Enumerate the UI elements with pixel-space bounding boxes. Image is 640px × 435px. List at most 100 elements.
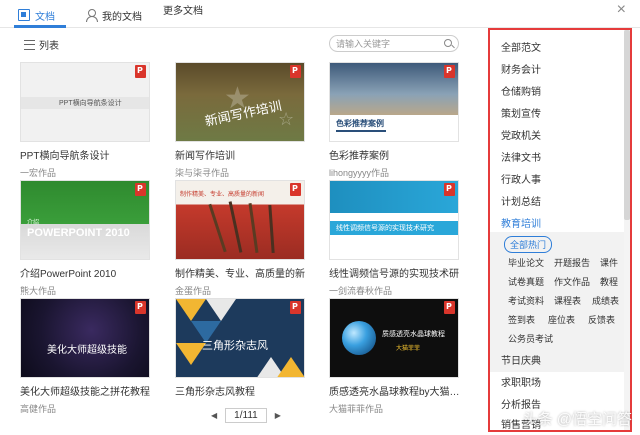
brush-shape — [208, 203, 227, 253]
card-title[interactable]: 色彩推荐案例 — [329, 147, 459, 162]
subcategory-item[interactable]: 作文作品 — [554, 275, 590, 288]
document-card[interactable]: POWERPOINT 2010 介绍 介绍PowerPoint 2010 熊大作… — [20, 180, 150, 297]
subcategory-item[interactable]: 试卷真题 — [508, 275, 544, 288]
ppt-file-icon — [444, 183, 455, 196]
sidebar-item[interactable]: 节日庆典 — [501, 352, 541, 367]
ppt-file-icon — [290, 65, 301, 78]
ppt-file-icon — [290, 301, 301, 314]
document-card[interactable]: 线性调频信号源的实现技术研究 线性调频信号源的实现技术研究 一剑流春秋作品 — [329, 180, 459, 297]
subcategory-panel: 全部热门 毕业论文 开题报告 课件 试卷真题 作文作品 教程 考试资料 课程表 … — [490, 232, 630, 372]
subcategory-item[interactable]: 公务员考试 — [508, 332, 553, 345]
document-card[interactable]: 质感透亮水晶球教程 大猫菲菲 质感透亮水晶球教程by大猫… 大猫菲菲作品 — [329, 298, 459, 415]
subcategory-item[interactable]: 反馈表 — [588, 313, 615, 326]
top-bar: 文档 我的文档 更多文档 × — [0, 0, 640, 28]
crystal-ball — [342, 321, 376, 355]
sidebar-item[interactable]: 仓储购销 — [501, 83, 541, 98]
sidebar-item[interactable]: 行政人事 — [501, 171, 541, 186]
thumb-photo — [330, 63, 458, 115]
thumb-text: PPT横向导航条设计 — [59, 100, 122, 107]
card-title[interactable]: 新闻写作培训 — [175, 147, 305, 162]
card-thumbnail[interactable]: 线性调频信号源的实现技术研究 — [329, 180, 459, 260]
card-thumbnail[interactable]: POWERPOINT 2010 介绍 — [20, 180, 150, 260]
ppt-file-icon — [290, 183, 301, 196]
card-thumbnail[interactable]: 色彩推荐案例 — [329, 62, 459, 142]
document-card[interactable]: PPT横向导航条设计 PPT横向导航条设计 一宏作品 — [20, 62, 150, 179]
category-sidebar: 全部范文 财务会计 仓储购销 策划宣传 党政机关 法律文书 行政人事 计划总结 … — [488, 28, 632, 432]
subcategory-item[interactable]: 座位表 — [548, 313, 575, 326]
document-card[interactable]: ★ ☆ 新闻写作培训 新闻写作培训 柒与柒寻作品 — [175, 62, 305, 179]
card-thumbnail[interactable]: PPT横向导航条设计 — [20, 62, 150, 142]
subcategory-item[interactable]: 考试资料 — [508, 294, 544, 307]
document-card[interactable]: 三角形杂志风 三角形杂志风教程 — [175, 298, 305, 402]
ppt-file-icon — [444, 301, 455, 314]
sidebar-item[interactable]: 党政机关 — [501, 127, 541, 142]
card-title[interactable]: 三角形杂志风教程 — [175, 383, 305, 398]
search-icon[interactable] — [444, 39, 452, 47]
list-icon — [24, 39, 35, 50]
sidebar-item[interactable]: 计划总结 — [501, 193, 541, 208]
brush-shape — [248, 203, 259, 253]
sidebar-item[interactable]: 求职职场 — [501, 374, 541, 389]
list-view-toggle[interactable]: 列表 — [24, 37, 59, 52]
thumb-text: 美化大师超级技能 — [47, 345, 127, 356]
subcategory-item[interactable]: 开题报告 — [554, 256, 590, 269]
card-author: 大猫菲菲作品 — [329, 404, 384, 414]
card-title[interactable]: 质感透亮水晶球教程by大猫… — [329, 383, 459, 398]
tab-more-documents[interactable]: 更多文档 — [163, 0, 203, 18]
tab-my-documents[interactable]: 我的文档 — [85, 6, 142, 24]
prev-page-button[interactable]: ◀ — [211, 411, 217, 420]
subcategory-item[interactable]: 教程 — [600, 275, 618, 288]
thumb-text: 制作精美、专业、高质量的新闻 — [180, 192, 265, 198]
brush-shape — [228, 201, 243, 253]
ppt-file-icon — [135, 301, 146, 314]
card-author: 金蛋作品 — [175, 286, 212, 296]
card-author: 一剑流春秋作品 — [329, 286, 393, 296]
card-title[interactable]: PPT横向导航条设计 — [20, 147, 150, 162]
thumb-rule — [336, 130, 386, 132]
subcategory-item[interactable]: 签到表 — [508, 313, 535, 326]
card-author: lihongyyyy作品 — [329, 168, 390, 178]
page-indicator[interactable]: 1/111 — [225, 408, 267, 423]
sidebar-item-active[interactable]: 教育培训 — [501, 215, 541, 230]
sidebar-scrollbar-thumb[interactable] — [624, 30, 630, 220]
card-thumbnail[interactable]: 美化大师超级技能 — [20, 298, 150, 378]
document-icon — [18, 9, 30, 21]
sidebar-item[interactable]: 财务会计 — [501, 61, 541, 76]
next-page-button[interactable]: ▶ — [275, 411, 281, 420]
document-card[interactable]: 制作精美、专业、高质量的新闻 制作精美、专业、高质量的新… 金蛋作品 — [175, 180, 305, 297]
card-thumbnail[interactable]: 制作精美、专业、高质量的新闻 — [175, 180, 305, 260]
thumb-text: 三角形杂志风 — [202, 340, 268, 352]
tab-documents-label: 文档 — [35, 11, 55, 23]
thumb-subtext: 大猫菲菲 — [396, 346, 421, 352]
card-title[interactable]: 制作精美、专业、高质量的新… — [175, 265, 305, 280]
subcategory-item[interactable]: 成绩表 — [592, 294, 619, 307]
ppt-file-icon — [444, 65, 455, 78]
sidebar-scrollbar[interactable] — [624, 30, 630, 430]
card-title[interactable]: 线性调频信号源的实现技术研究 — [329, 265, 459, 280]
search-input[interactable] — [336, 37, 436, 50]
card-thumbnail[interactable]: 质感透亮水晶球教程 大猫菲菲 — [329, 298, 459, 378]
search-box — [329, 35, 459, 52]
thumb-text: 色彩推荐案例 — [336, 119, 384, 128]
user-icon — [85, 9, 98, 22]
sidebar-item[interactable]: 法律文书 — [501, 149, 541, 164]
document-card[interactable]: 色彩推荐案例 色彩推荐案例 lihongyyyy作品 — [329, 62, 459, 179]
document-card[interactable]: 美化大师超级技能 美化大师超级技能之拼花教程 高健作品 — [20, 298, 150, 415]
ppt-file-icon — [135, 65, 146, 78]
card-thumbnail[interactable]: 三角形杂志风 — [175, 298, 305, 378]
thumb-subtext: 介绍 — [27, 220, 40, 226]
subcategory-item[interactable]: 课件 — [600, 256, 618, 269]
card-author: 柒与柒寻作品 — [175, 168, 230, 178]
tab-documents[interactable]: 文档 — [18, 6, 55, 24]
card-thumbnail[interactable]: ★ ☆ 新闻写作培训 — [175, 62, 305, 142]
close-icon[interactable]: × — [617, 2, 626, 18]
sidebar-item[interactable]: 策划宣传 — [501, 105, 541, 120]
thumb-text: POWERPOINT 2010 — [27, 227, 130, 239]
subcategory-all-hot[interactable]: 全部热门 — [504, 236, 553, 253]
subcategory-item[interactable]: 课程表 — [554, 294, 581, 307]
card-title[interactable]: 美化大师超级技能之拼花教程 — [20, 383, 150, 398]
card-title[interactable]: 介绍PowerPoint 2010 — [20, 265, 150, 280]
sidebar-item[interactable]: 全部范文 — [501, 39, 541, 54]
tab-my-documents-label: 我的文档 — [102, 11, 142, 23]
subcategory-item[interactable]: 毕业论文 — [508, 256, 544, 269]
